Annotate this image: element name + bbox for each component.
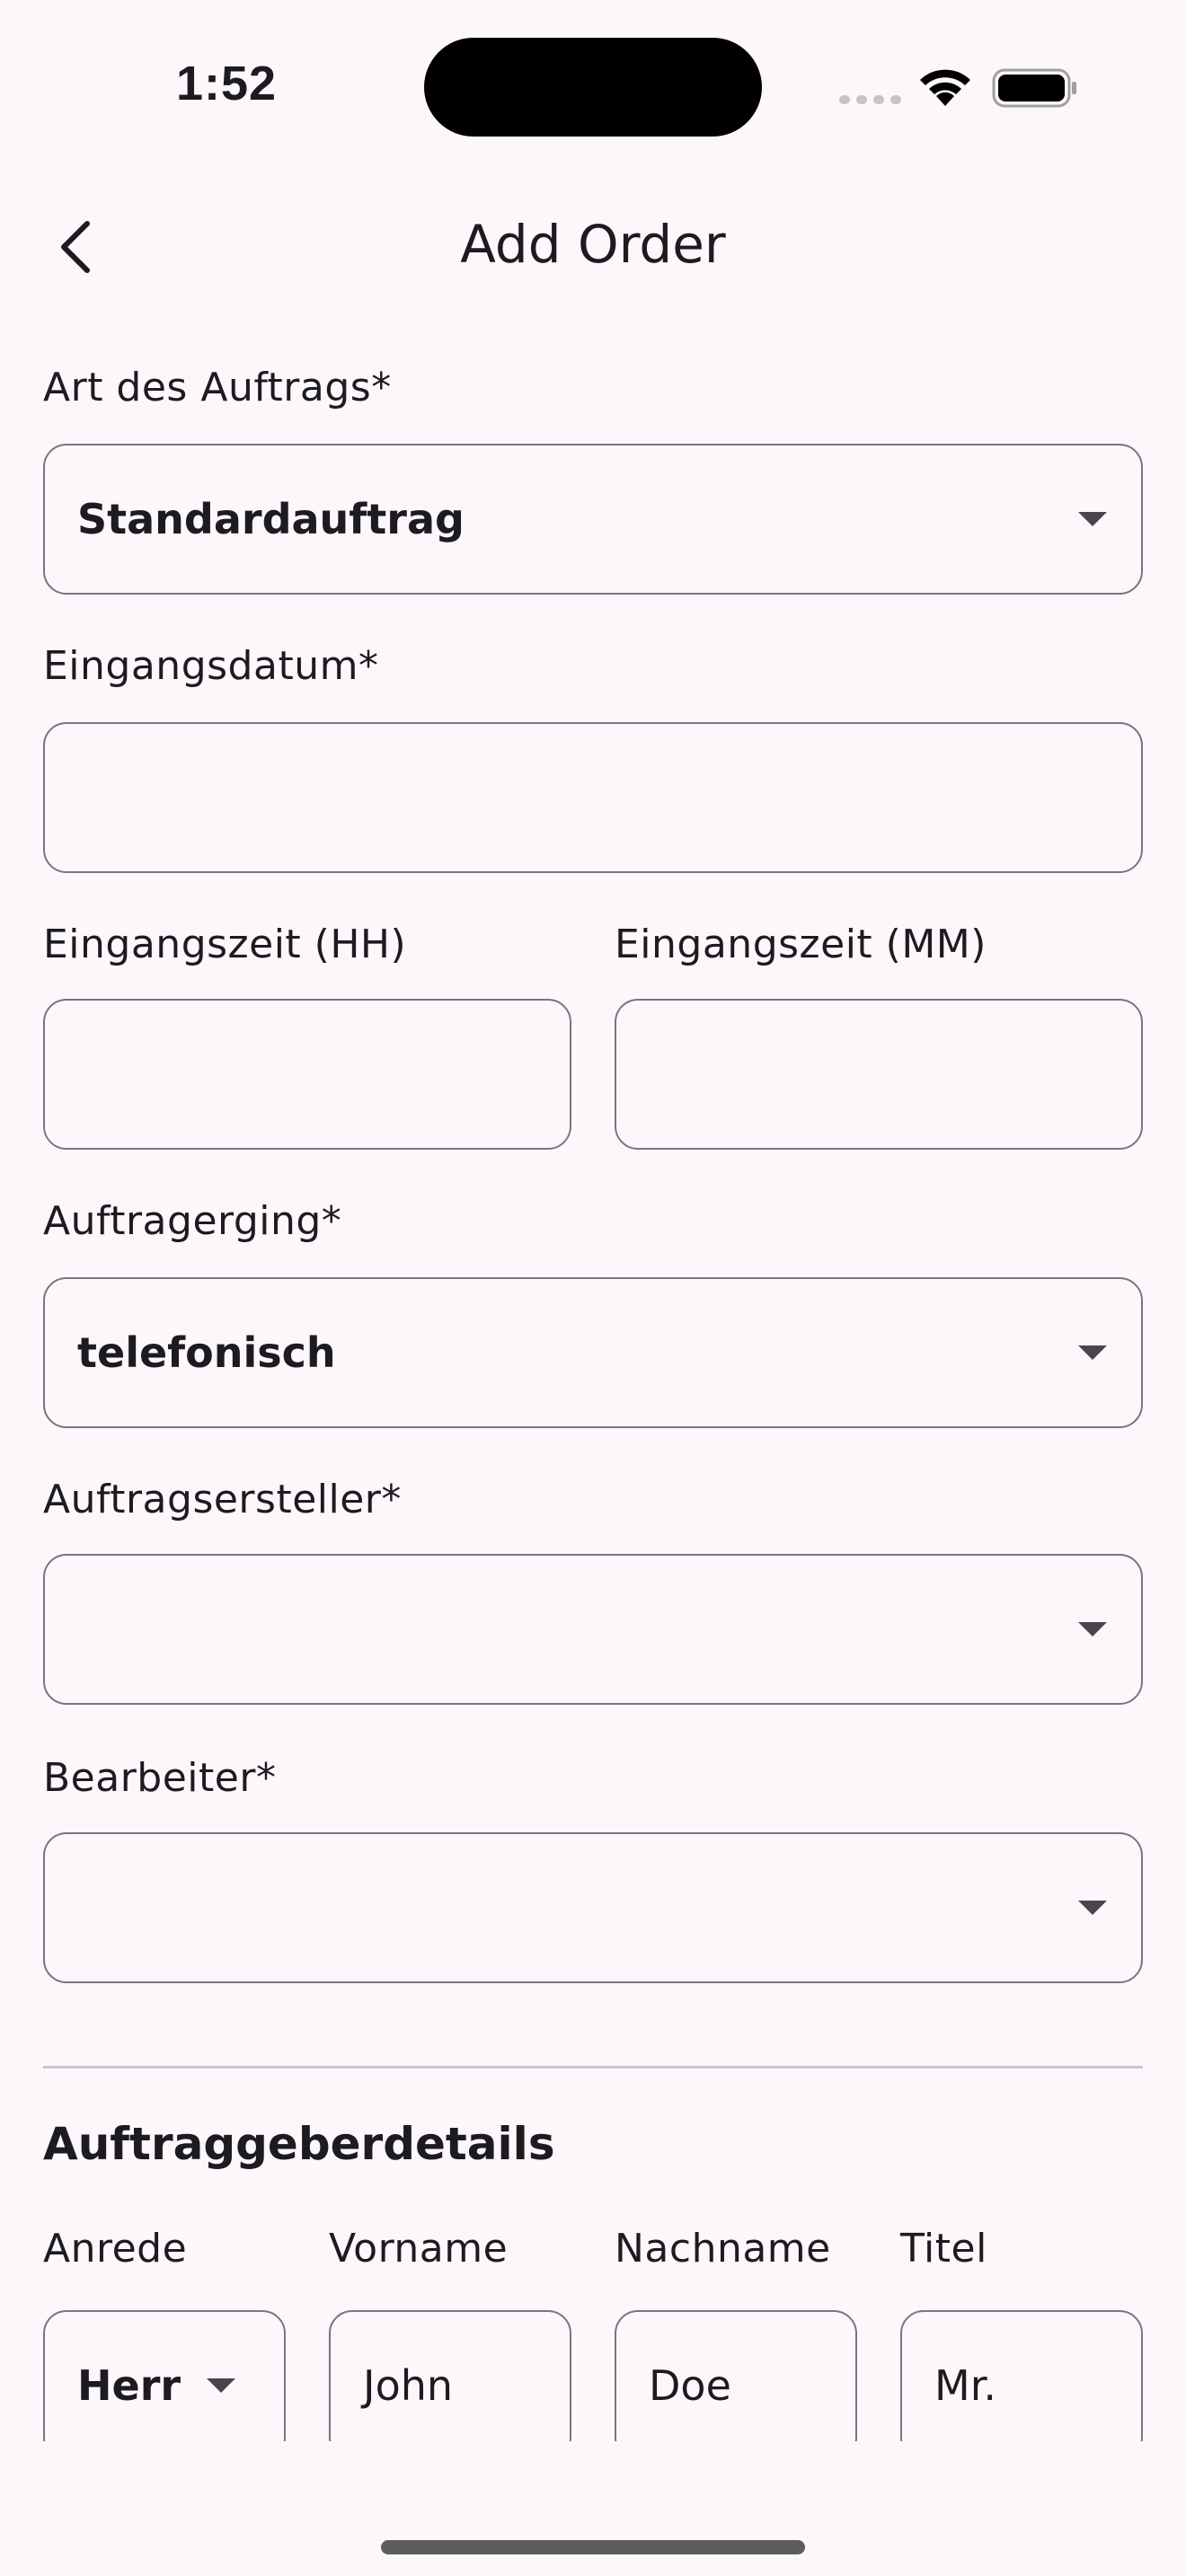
order-type-value: Standardauftrag	[77, 495, 465, 543]
salutation-dropdown[interactable]: Herr	[43, 2310, 286, 2441]
title-label: Titel	[900, 2226, 987, 2272]
order-type-label: Art des Auftrags*	[43, 365, 392, 410]
arrow-drop-down-icon	[1078, 1622, 1107, 1636]
order-received-dropdown[interactable]: telefonisch	[43, 1277, 1143, 1428]
arrow-drop-down-icon	[1078, 1901, 1107, 1915]
order-creator-dropdown[interactable]	[43, 1554, 1143, 1705]
arrow-drop-down-icon	[1078, 1345, 1107, 1360]
salutation-label: Anrede	[43, 2226, 188, 2272]
editor-dropdown[interactable]	[43, 1832, 1143, 1983]
order-received-label: Auftragerging*	[43, 1198, 342, 1244]
receipt-date-label: Eingangsdatum*	[43, 643, 379, 689]
receipt-time-mm-field[interactable]	[615, 999, 1143, 1150]
order-type-dropdown[interactable]: Standardauftrag	[43, 444, 1143, 595]
arrow-drop-down-icon	[207, 2378, 235, 2393]
home-indicator[interactable]	[381, 2540, 805, 2554]
title-field[interactable]: Mr.	[900, 2310, 1143, 2441]
first-name-value: John	[363, 2361, 454, 2410]
order-received-value: telefonisch	[77, 1328, 336, 1377]
client-details-title: Auftraggeberdetails	[43, 2118, 555, 2170]
title-value: Mr.	[934, 2361, 996, 2410]
salutation-value: Herr	[77, 2361, 181, 2410]
first-name-label: Vorname	[329, 2226, 509, 2272]
receipt-date-field[interactable]	[43, 722, 1143, 873]
order-creator-label: Auftragsersteller*	[43, 1477, 402, 1522]
receipt-time-hh-label: Eingangszeit (HH)	[43, 922, 407, 967]
last-name-value: Doe	[649, 2361, 731, 2410]
scroll-content[interactable]: Art des Auftrags* Standardauftrag Eingan…	[0, 0, 1186, 2441]
receipt-time-mm-label: Eingangszeit (MM)	[615, 922, 987, 967]
arrow-drop-down-icon	[1078, 512, 1107, 526]
last-name-field[interactable]: Doe	[615, 2310, 857, 2441]
receipt-time-hh-field[interactable]	[43, 999, 571, 1150]
section-divider	[43, 2066, 1143, 2069]
last-name-label: Nachname	[615, 2226, 831, 2272]
first-name-field[interactable]: John	[329, 2310, 571, 2441]
editor-label: Bearbeiter*	[43, 1755, 277, 1801]
